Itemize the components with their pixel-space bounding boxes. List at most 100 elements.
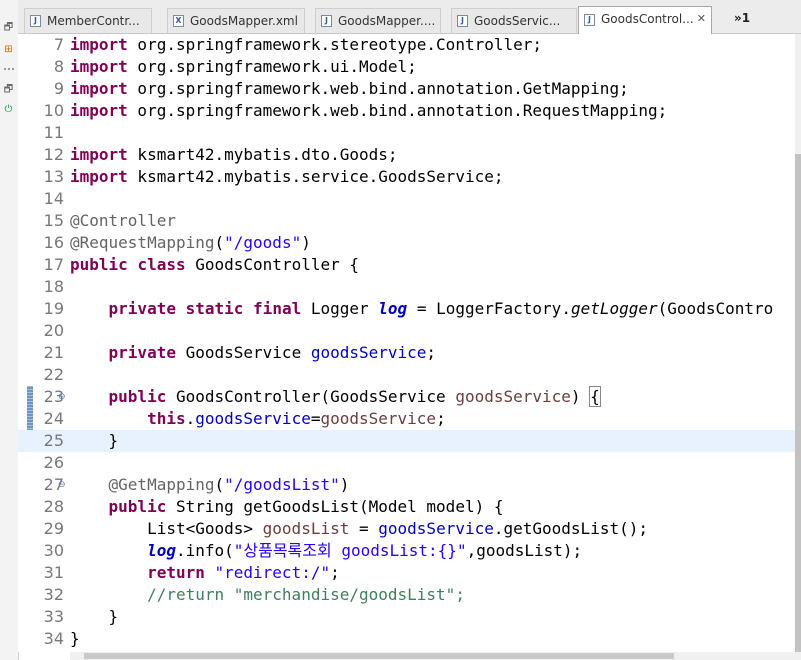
code-line[interactable]: 24 this.goodsService=goodsService;	[18, 408, 795, 430]
code-text: return "redirect:/";	[70, 562, 340, 584]
tab-goods-controller[interactable]: J GoodsControl... ✕	[578, 6, 712, 34]
code-line[interactable]: 20	[18, 320, 795, 342]
code-text: @GetMapping("/goodsList")	[70, 474, 350, 496]
restore-icon[interactable]: 🗗	[3, 22, 14, 33]
server-start-icon[interactable]: ⏻	[3, 104, 14, 115]
line-number: 30	[43, 541, 64, 560]
code-text: @Controller	[70, 210, 176, 232]
code-token: "상품목록조회 goodsList:{}"	[233, 541, 467, 560]
line-number: 8	[53, 57, 64, 76]
code-text: import ksmart42.mybatis.service.GoodsSer…	[70, 166, 503, 188]
code-token: public	[108, 387, 167, 406]
restore-icon[interactable]: 🗗	[3, 84, 14, 95]
code-text: public GoodsController(GoodsService good…	[70, 386, 601, 408]
code-token: ,goodsList);	[466, 541, 583, 560]
code-line[interactable]: 22	[18, 364, 795, 386]
tab-goods-mapper-xml[interactable]: X GoodsMapper.xml	[167, 8, 305, 33]
line-number: 12	[43, 145, 64, 164]
code-line[interactable]: 30 log.info("상품목록조회 goodsList:{}",goodsL…	[18, 540, 795, 562]
horizontal-scroll-thumb[interactable]	[84, 653, 674, 659]
java-file-icon: J	[584, 14, 595, 26]
code-text: this.goodsService=goodsService;	[70, 408, 446, 430]
horizontal-scrollbar[interactable]	[70, 652, 801, 660]
code-token: (GoodsContro	[657, 299, 774, 318]
code-line[interactable]: 25 }	[18, 430, 795, 452]
line-number: 33	[43, 607, 64, 626]
code-line[interactable]: 15 @Controller	[18, 210, 795, 232]
tab-member-controller[interactable]: J MemberContr...	[24, 8, 152, 33]
code-token: log	[147, 541, 176, 560]
fold-toggle-icon[interactable]: ⊖	[58, 474, 66, 496]
code-line[interactable]: 9 import org.springframework.web.bind.ann…	[18, 78, 795, 100]
code-line[interactable]: 16 @RequestMapping("/goods")	[18, 232, 795, 254]
code-line[interactable]: 7 import org.springframework.stereotype.C…	[18, 34, 795, 56]
code-token: import	[70, 57, 128, 76]
code-token: )	[339, 475, 350, 494]
code-line[interactable]: 10 import org.springframework.web.bind.an…	[18, 100, 795, 122]
code-line[interactable]: 21 private GoodsService goodsService;	[18, 342, 795, 364]
trim-separator	[4, 68, 14, 72]
code-line[interactable]: 18	[18, 276, 795, 298]
code-line[interactable]: 27 ⊖ @GetMapping("/goodsList")	[18, 474, 795, 496]
code-line[interactable]: 11	[18, 122, 795, 144]
vertical-scroll-thumb[interactable]	[795, 154, 801, 652]
code-line[interactable]: 32 //return "merchandise/goodsList";	[18, 584, 795, 606]
code-line[interactable]: 29 List<Goods> goodsList = goodsService.…	[18, 518, 795, 540]
code-line[interactable]: 23 ⊖ public GoodsController(GoodsService …	[18, 386, 795, 408]
code-line[interactable]: 17 public class GoodsController {	[18, 254, 795, 276]
code-token: .getGoodsList();	[493, 519, 648, 538]
code-line[interactable]: 12 import ksmart42.mybatis.dto.Goods;	[18, 144, 795, 166]
line-number: 32	[43, 585, 64, 604]
line-number: 28	[43, 497, 64, 516]
code-line[interactable]: 26	[18, 452, 795, 474]
code-token: org.springframework.stereotype.Controlle…	[127, 35, 543, 54]
code-line[interactable]: 34}	[18, 628, 795, 650]
code-line[interactable]: 33 }	[18, 606, 795, 628]
code-token: public	[108, 497, 167, 516]
code-token: goodsService	[455, 387, 571, 406]
editor-tab-bar: J MemberContr... X GoodsMapper.xml J Goo…	[18, 0, 801, 34]
code-line[interactable]: 19 private static final Logger log = Log…	[18, 298, 795, 320]
line-number: 20	[43, 321, 64, 340]
tab-label: GoodsControl...	[601, 12, 694, 26]
code-text: import org.springframework.stereotype.Co…	[70, 34, 542, 56]
fold-toggle-icon[interactable]: ⊖	[58, 386, 66, 408]
line-number: 22	[43, 365, 64, 384]
code-token: import	[70, 145, 128, 164]
vertical-scrollbar[interactable]	[795, 34, 801, 652]
code-text: @RequestMapping("/goods")	[70, 232, 311, 254]
line-number: 25	[43, 431, 64, 450]
code-line[interactable]: 8 import org.springframework.ui.Model;	[18, 56, 795, 78]
code-token: log	[378, 299, 408, 318]
code-token: goodsService	[195, 409, 311, 428]
line-number: 14	[43, 189, 64, 208]
code-token: }	[70, 431, 119, 450]
code-token: = LoggerFactory.	[407, 299, 571, 318]
line-number: 16	[43, 233, 64, 252]
line-number: 34	[43, 629, 64, 648]
hierarchy-icon[interactable]: ⊞	[3, 44, 14, 55]
line-number: 21	[43, 343, 64, 362]
tab-overflow-button[interactable]: »1	[734, 11, 750, 25]
code-line[interactable]: 14	[18, 188, 795, 210]
code-line[interactable]: 13 import ksmart42.mybatis.service.GoodsS…	[18, 166, 795, 188]
code-line[interactable]: 31 return "redirect:/";	[18, 562, 795, 584]
close-icon[interactable]: ✕	[697, 7, 706, 31]
java-file-icon: J	[30, 15, 41, 27]
code-token: goodsService	[310, 343, 427, 362]
code-text: public class GoodsController {	[70, 254, 359, 276]
line-number: 7	[53, 35, 64, 54]
code-token: (	[214, 233, 225, 252]
code-line[interactable]: 28 public String getGoodsList(Model mode…	[18, 496, 795, 518]
code-token: .	[185, 409, 196, 428]
tab-goods-mapper-java[interactable]: J GoodsMapper....	[315, 8, 441, 33]
tab-goods-service[interactable]: J GoodsServic...	[451, 8, 577, 33]
code-editor[interactable]: 7 import org.springframework.stereotype.C…	[18, 34, 795, 652]
code-text: import ksmart42.mybatis.dto.Goods;	[70, 144, 398, 166]
